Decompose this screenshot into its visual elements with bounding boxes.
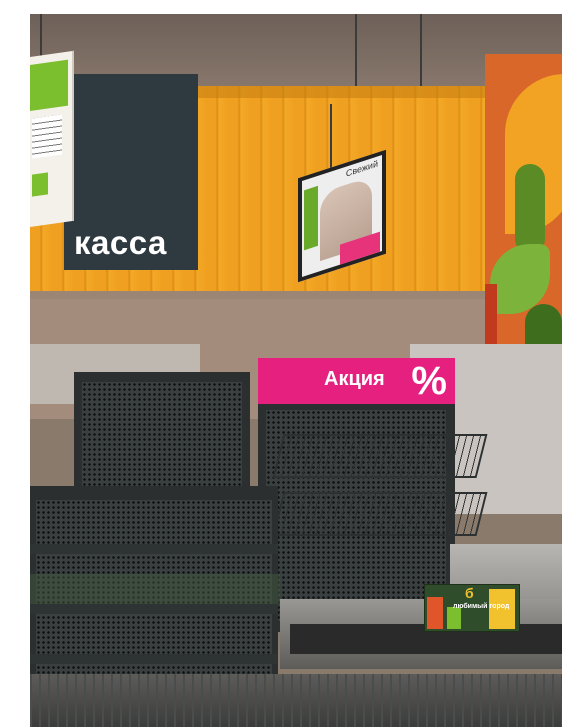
mural-leaf <box>515 164 545 254</box>
wire-basket-shelf <box>272 492 488 536</box>
store-photo: касса Свежий Акция % б любимый город <box>30 14 562 727</box>
kassa-label: касса <box>74 224 167 261</box>
brand-logo-sign: б любимый город <box>424 584 520 632</box>
screen-caption: Свежий <box>345 158 378 179</box>
promo-sign: Акция % <box>258 358 455 404</box>
tv-cable <box>330 104 332 174</box>
screen-green-bar <box>304 185 318 251</box>
wire-basket-shelf <box>272 434 488 478</box>
shelf-board <box>30 654 278 664</box>
shelf-board <box>30 544 278 554</box>
shelf-board <box>30 604 278 614</box>
percent-icon: % <box>411 359 447 403</box>
sign-green-header <box>30 59 68 112</box>
left-rack-mesh <box>82 382 242 486</box>
logo-building <box>427 597 443 629</box>
sign-text-lines <box>32 114 62 159</box>
logo-text: любимый город <box>453 603 510 610</box>
hanging-info-sign <box>30 50 74 228</box>
front-wire-cage <box>30 674 562 727</box>
shelf-reflection <box>30 574 280 604</box>
promo-label: Акция <box>324 368 385 390</box>
sign-green-block <box>32 172 48 197</box>
kassa-sign: касса <box>64 74 198 270</box>
logo-number: б <box>465 585 474 601</box>
